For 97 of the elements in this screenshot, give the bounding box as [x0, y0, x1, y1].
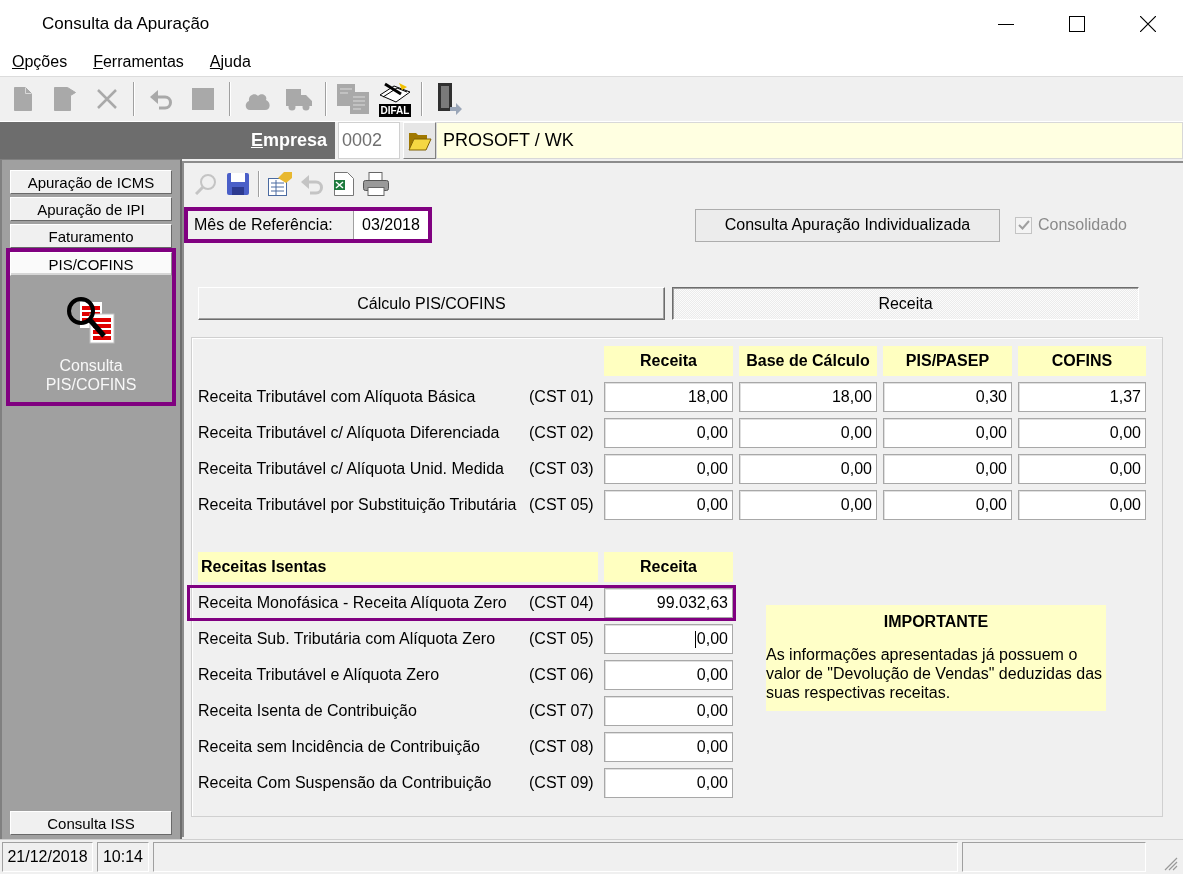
- cst-code: (CST 05): [529, 496, 595, 514]
- value-field[interactable]: 0,00: [739, 490, 877, 520]
- magnifier-document-icon: [66, 296, 116, 344]
- value-field[interactable]: 0,00: [604, 732, 733, 762]
- checkbox-label: Consolidado: [1038, 216, 1127, 234]
- folder-icon: [407, 130, 432, 151]
- square-icon: [192, 88, 214, 110]
- row-label: Receita Tributável e Alíquota Zero: [198, 666, 441, 684]
- value-field[interactable]: 0,00: [604, 660, 733, 690]
- field-label: Mês de Referência:: [194, 216, 333, 234]
- sidebar-tab[interactable]: Apuração de IPI: [10, 197, 172, 221]
- value-field[interactable]: 0,00: [883, 454, 1012, 484]
- column-header: Receita: [604, 346, 733, 376]
- sidebar-tab[interactable]: Consulta ISS: [10, 811, 172, 835]
- notice-text: As informações apresentadas já possuem o valor de "Devolução de Vendas" deduzidas das suas respectivas receitas.: [766, 645, 1104, 702]
- sidebar-tab[interactable]: PIS/COFINS: [10, 252, 172, 276]
- sidebar-tab[interactable]: Faturamento: [10, 224, 172, 248]
- cst-code: (CST 04): [529, 594, 595, 612]
- truck-icon: [286, 87, 312, 111]
- row-label: Receita Com Suspensão da Contribuição: [198, 774, 493, 792]
- notice-title: IMPORTANTE: [882, 613, 990, 631]
- sidebar-tab[interactable]: Apuração de ICMS: [10, 170, 172, 194]
- value-field[interactable]: 0,00: [739, 454, 877, 484]
- value-field[interactable]: 18,00: [739, 382, 877, 412]
- cst-code: (CST 06): [529, 666, 595, 684]
- toolbar-button[interactable]: [224, 170, 252, 198]
- row-label: Receita Tributável com Alíquota Básica: [198, 388, 477, 406]
- resize-grip-icon: [1164, 857, 1178, 871]
- cst-code: (CST 09): [529, 774, 595, 792]
- page-icon: [14, 87, 32, 111]
- row-label: Receita Tributável c/ Alíquota Unid. Medida: [198, 460, 505, 478]
- column-header: Receitas Isentas: [198, 552, 598, 582]
- documents-icon: [337, 84, 369, 114]
- row-label: Receita Tributável c/ Alíquota Diferenciada: [198, 424, 501, 442]
- tab[interactable]: Receita: [672, 287, 1139, 320]
- toolbar-button[interactable]: DIFAL: [374, 79, 416, 119]
- window-title: Consulta da Apuração: [42, 14, 211, 34]
- pen-papers-icon: [379, 81, 411, 104]
- door-exit-icon: [435, 83, 463, 115]
- toolbar-button[interactable]: [266, 170, 294, 198]
- printer-icon: [363, 172, 389, 196]
- search-icon: [195, 173, 217, 195]
- month-field[interactable]: 03/2018: [353, 211, 428, 239]
- row-label: Receita Monofásica - Receita Alíquota Zero: [198, 594, 508, 612]
- close-icon: [1139, 16, 1156, 32]
- folded-page-icon: [54, 87, 76, 111]
- spreadsheet-icon: [334, 172, 354, 196]
- value-field[interactable]: 0,00: [1018, 418, 1146, 448]
- column-header: Receita: [604, 552, 733, 582]
- value-field[interactable]: 0,00: [883, 418, 1012, 448]
- value-field[interactable]: 1,37: [1018, 382, 1146, 412]
- company-code-field[interactable]: 0002: [338, 122, 400, 159]
- row-label: Receita Tributável por Substituição Tributária: [198, 496, 518, 514]
- value-field[interactable]: 0,00: [604, 768, 733, 798]
- toolbar-button[interactable]: [362, 170, 390, 198]
- cst-code: (CST 07): [529, 702, 595, 720]
- save-icon: [227, 173, 249, 195]
- row-label: Receita sem Incidência de Contribuição: [198, 738, 481, 756]
- value-field[interactable]: 0,00: [739, 418, 877, 448]
- value-field[interactable]: 0,00: [883, 490, 1012, 520]
- cst-code: (CST 08): [529, 738, 595, 756]
- status-date: 21/12/2018: [2, 842, 93, 872]
- menu-item[interactable]: Ajuda: [201, 51, 259, 73]
- menu-item[interactable]: Opções: [4, 51, 76, 73]
- company-label: Empresa: [250, 130, 327, 151]
- column-header: COFINS: [1018, 346, 1146, 376]
- value-field[interactable]: 0,00: [1018, 454, 1146, 484]
- cross-icon: [96, 88, 118, 110]
- individual-query-button[interactable]: Consulta Apuração Individualizada: [695, 208, 1000, 242]
- row-label: Receita Isenta de Contribuição: [198, 702, 418, 720]
- value-field[interactable]: 18,00: [604, 382, 733, 412]
- column-header: Base de Cálculo: [739, 346, 877, 376]
- cst-code: (CST 01): [529, 388, 595, 406]
- minimize-icon: [997, 23, 1014, 25]
- undo-icon: [149, 88, 173, 110]
- value-field[interactable]: 0,00: [604, 696, 733, 726]
- undo-icon: [300, 173, 324, 195]
- value-field[interactable]: 0,00: [604, 490, 733, 520]
- menu-item[interactable]: Ferramentas: [85, 51, 192, 73]
- value-field[interactable]: 99.032,63: [604, 588, 733, 618]
- column-header: PIS/PASEP: [883, 346, 1012, 376]
- maximize-icon: [1068, 16, 1085, 32]
- value-field[interactable]: 0,00: [1018, 490, 1146, 520]
- value-field[interactable]: 0,30: [883, 382, 1012, 412]
- open-folder-button[interactable]: [403, 122, 436, 159]
- document-edit-icon: [268, 172, 292, 196]
- value-field[interactable]: 0,00: [604, 418, 733, 448]
- value-field[interactable]: 0,00: [604, 454, 733, 484]
- row-label: Receita Sub. Tributária com Alíquota Zero: [198, 630, 497, 648]
- value-field[interactable]: 0,00: [604, 624, 733, 654]
- company-name-field[interactable]: PROSOFT / WK: [436, 122, 1183, 159]
- cst-code: (CST 05): [529, 630, 595, 648]
- cst-code: (CST 02): [529, 424, 595, 442]
- cst-code: (CST 03): [529, 460, 595, 478]
- check-icon: [1017, 220, 1030, 230]
- tab[interactable]: Cálculo PIS/COFINS: [198, 287, 665, 320]
- status-time: 10:14: [97, 842, 149, 872]
